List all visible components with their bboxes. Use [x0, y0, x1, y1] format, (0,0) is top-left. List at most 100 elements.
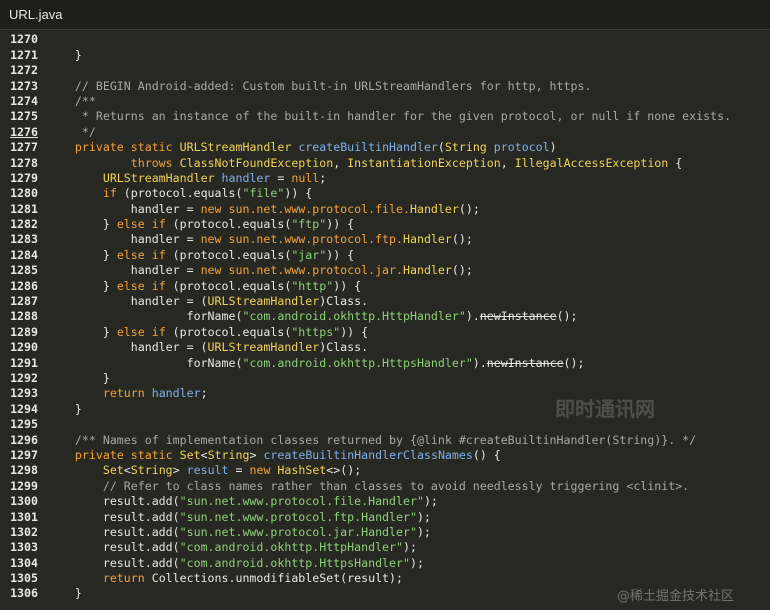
code-token: (protocol.equals( — [165, 247, 292, 262]
line-number[interactable]: 1282 — [0, 217, 38, 232]
line-number[interactable]: 1279 — [0, 171, 38, 186]
code-token: (); — [451, 232, 473, 247]
line-source: handler = new sun.net.www.protocol.file.… — [47, 202, 480, 217]
line-number[interactable]: 1284 — [0, 248, 38, 263]
code-token: null — [291, 170, 320, 185]
line-number[interactable]: 1288 — [0, 309, 38, 324]
line-number[interactable]: 1274 — [0, 94, 38, 109]
code-token: <>(); — [326, 463, 362, 478]
line-number[interactable]: 1278 — [0, 156, 38, 171]
code-token: { — [668, 155, 683, 170]
line-number[interactable]: 1298 — [0, 463, 38, 478]
code-token: handler = — [47, 232, 201, 247]
code-token: "com.android.okhttp.HttpHandler" — [179, 540, 403, 555]
code-token: result.add( — [47, 540, 180, 555]
editor-titlebar: URL.java — [0, 0, 770, 30]
code-token: (protocol.equals( — [165, 324, 292, 339]
code-token: )Class. — [319, 340, 369, 355]
code-token: ClassNotFoundException — [179, 155, 334, 170]
code-token: )) { — [326, 217, 355, 232]
line-number[interactable]: 1283 — [0, 232, 38, 247]
code-token: ). — [472, 355, 487, 370]
code-token: String — [207, 447, 250, 462]
line-number[interactable]: 1286 — [0, 279, 38, 294]
code-token: "sun.net.www.protocol.jar.Handler" — [179, 524, 417, 539]
code-editor[interactable]: 1269 return handler;12701271 }12721273 /… — [0, 31, 770, 610]
line-number[interactable]: 1302 — [0, 525, 38, 540]
line-number[interactable]: 1271 — [0, 48, 38, 63]
line-number[interactable]: 1281 — [0, 202, 38, 217]
line-number[interactable]: 1304 — [0, 556, 38, 571]
code-token: forName( — [47, 309, 243, 324]
file-tab-title[interactable]: URL.java — [9, 7, 62, 22]
code-token: sun.net.www.protocol.file. — [228, 201, 410, 216]
code-token: URLStreamHandler — [179, 140, 292, 155]
line-number[interactable]: 1294 — [0, 402, 38, 417]
code-token: Set — [179, 447, 201, 462]
code-token: } — [47, 278, 117, 293]
line-number[interactable]: 1280 — [0, 186, 38, 201]
code-token: } — [47, 324, 117, 339]
line-number[interactable]: 1272 — [0, 63, 38, 78]
line-number[interactable]: 1275 — [0, 109, 38, 124]
line-source: return handler; — [47, 31, 208, 32]
code-token: IllegalAccessException — [514, 155, 669, 170]
code-token: (); — [563, 355, 585, 370]
line-source: } — [47, 48, 82, 63]
line-source: } — [47, 586, 82, 601]
line-number[interactable]: 1273 — [0, 79, 38, 94]
code-token: } — [47, 217, 117, 232]
code-token: "sun.net.www.protocol.ftp.Handler" — [179, 509, 417, 524]
code-token: new — [249, 463, 271, 478]
code-token: ); — [416, 524, 431, 539]
code-token: new — [200, 201, 222, 216]
line-source: forName("com.android.okhttp.HttpsHandler… — [47, 356, 585, 371]
line-source: handler = new sun.net.www.protocol.jar.H… — [47, 263, 473, 278]
code-token: String — [444, 140, 487, 155]
line-number[interactable]: 1291 — [0, 356, 38, 371]
line-number[interactable]: 1306 — [0, 586, 38, 601]
code-token: ) — [549, 140, 557, 155]
line-source: */ — [47, 125, 96, 140]
line-number[interactable]: 1305 — [0, 571, 38, 586]
line-number[interactable]: 1299 — [0, 479, 38, 494]
line-number[interactable]: 1293 — [0, 386, 38, 401]
line-number[interactable]: 1290 — [0, 340, 38, 355]
code-token: > — [249, 447, 264, 462]
code-token: (); — [451, 263, 473, 278]
line-number[interactable]: 1276 — [0, 125, 38, 140]
line-source: result.add("com.android.okhttp.HttpsHand… — [47, 556, 424, 571]
code-token: = — [270, 170, 292, 185]
line-number[interactable]: 1296 — [0, 433, 38, 448]
code-token: */ — [47, 124, 96, 139]
code-token: )) { — [340, 324, 369, 339]
line-number[interactable]: 1287 — [0, 294, 38, 309]
line-number[interactable]: 1301 — [0, 510, 38, 525]
line-number[interactable]: 1270 — [0, 32, 38, 47]
line-number[interactable]: 1277 — [0, 140, 38, 155]
line-number[interactable]: 1292 — [0, 371, 38, 386]
code-token: result.add( — [47, 509, 180, 524]
code-token: handler = — [47, 263, 201, 278]
code-token: newInstance — [479, 309, 557, 324]
code-token: new — [200, 232, 222, 247]
code-token: result.add( — [47, 494, 180, 509]
line-number[interactable]: 1297 — [0, 448, 38, 463]
code-token: "jar" — [291, 247, 327, 262]
code-token: if — [102, 186, 117, 201]
code-token: } — [47, 370, 110, 385]
line-number[interactable]: 1289 — [0, 325, 38, 340]
code-token: result — [186, 463, 229, 478]
line-number[interactable]: 1295 — [0, 417, 38, 432]
code-token: (); — [556, 309, 578, 324]
line-number[interactable]: 1303 — [0, 540, 38, 555]
code-token: Handler — [409, 201, 459, 216]
line-number[interactable]: 1285 — [0, 263, 38, 278]
line-number[interactable]: 1300 — [0, 494, 38, 509]
